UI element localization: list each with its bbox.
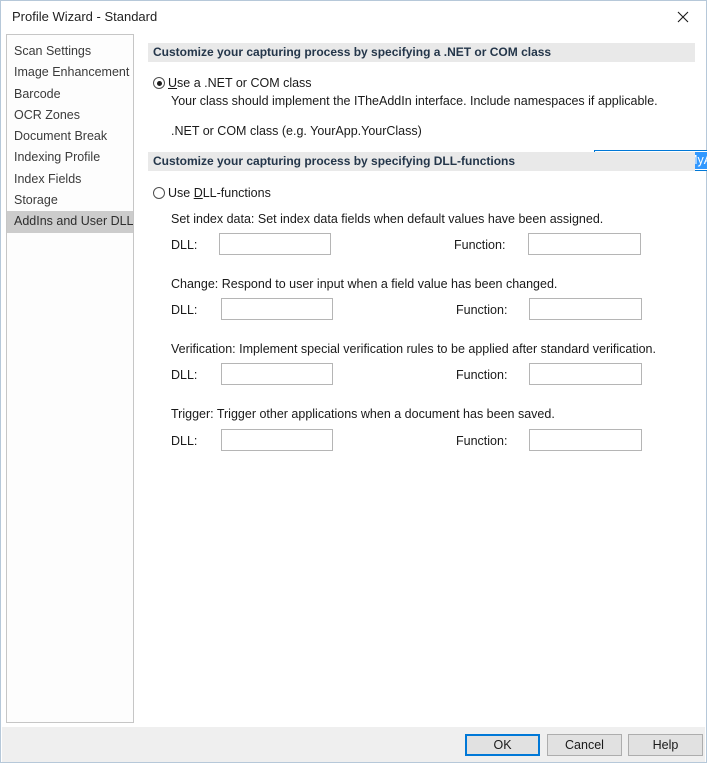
function-label: Function: [456, 303, 507, 317]
window-title: Profile Wizard - Standard [12, 9, 157, 24]
section-header-net-com: Customize your capturing process by spec… [148, 43, 695, 62]
close-icon[interactable] [660, 1, 706, 32]
help-button[interactable]: Help [628, 734, 703, 756]
sidebar-item-label: AddIns and User DLLs [14, 214, 134, 228]
dll-input[interactable] [221, 298, 333, 320]
dll-label: DLL: [171, 434, 197, 448]
function-label: Function: [456, 434, 507, 448]
cancel-button[interactable]: Cancel [547, 734, 622, 756]
function-label: Function: [454, 238, 505, 252]
sidebar-item-document-break[interactable]: Document Break [7, 126, 133, 147]
radio-mark-icon [153, 187, 165, 199]
radio-use-net-com-class[interactable]: Use a .NET or COM class [153, 76, 312, 90]
ok-button[interactable]: OK [465, 734, 540, 756]
radio-label-accelerator: D [194, 186, 203, 200]
radio-mark-icon [153, 77, 165, 89]
sidebar-item-label: Scan Settings [14, 44, 91, 58]
dll-label: DLL: [171, 238, 197, 252]
sidebar-item-label: Image Enhancement [14, 65, 129, 79]
dll-group-description: Trigger: Trigger other applications when… [171, 407, 555, 421]
dll-input[interactable] [221, 363, 333, 385]
main-panel: Customize your capturing process by spec… [141, 34, 701, 723]
sidebar-item-label: Barcode [14, 87, 61, 101]
close-icon-glyph [677, 11, 689, 23]
dll-input[interactable] [221, 429, 333, 451]
profile-wizard-dialog: Profile Wizard - Standard Scan Settings … [0, 0, 707, 763]
radio-label-post: LL-functions [203, 186, 271, 200]
dll-group-description: Set index data: Set index data fields wh… [171, 212, 603, 226]
radio-label-text: se a .NET or COM class [177, 76, 312, 90]
sidebar: Scan Settings Image Enhancement Barcode … [6, 34, 134, 723]
radio-label-accelerator: U [168, 76, 177, 90]
sidebar-item-label: Storage [14, 193, 58, 207]
sidebar-item-barcode[interactable]: Barcode [7, 84, 133, 105]
dialog-footer: OK Cancel Help [2, 727, 705, 762]
sidebar-item-indexing-profile[interactable]: Indexing Profile [7, 147, 133, 168]
sidebar-item-scan-settings[interactable]: Scan Settings [7, 41, 133, 62]
dll-group-description: Change: Respond to user input when a fie… [171, 277, 557, 291]
function-input[interactable] [529, 363, 642, 385]
function-input[interactable] [529, 429, 642, 451]
section-header-dll-functions: Customize your capturing process by spec… [148, 152, 695, 171]
function-input[interactable] [529, 298, 642, 320]
sidebar-item-addins-and-user-dlls[interactable]: AddIns and User DLLs [7, 211, 133, 232]
radio-use-dll-functions[interactable]: Use DLL-functions [153, 186, 271, 200]
function-label: Function: [456, 368, 507, 382]
dll-input[interactable] [219, 233, 331, 255]
title-bar: Profile Wizard - Standard [1, 1, 706, 32]
sidebar-item-label: Indexing Profile [14, 150, 100, 164]
sidebar-item-index-fields[interactable]: Index Fields [7, 169, 133, 190]
sidebar-item-label: Index Fields [14, 172, 81, 186]
class-field-label: .NET or COM class (e.g. YourApp.YourClas… [171, 124, 422, 138]
sidebar-item-image-enhancement[interactable]: Image Enhancement [7, 62, 133, 83]
sidebar-item-ocr-zones[interactable]: OCR Zones [7, 105, 133, 126]
sidebar-item-storage[interactable]: Storage [7, 190, 133, 211]
dll-group-description: Verification: Implement special verifica… [171, 342, 656, 356]
net-com-description: Your class should implement the ITheAddI… [171, 94, 658, 108]
dll-label: DLL: [171, 303, 197, 317]
dll-label: DLL: [171, 368, 197, 382]
sidebar-item-label: Document Break [14, 129, 107, 143]
function-input[interactable] [528, 233, 641, 255]
sidebar-item-label: OCR Zones [14, 108, 80, 122]
radio-label-pre: Use [168, 186, 194, 200]
